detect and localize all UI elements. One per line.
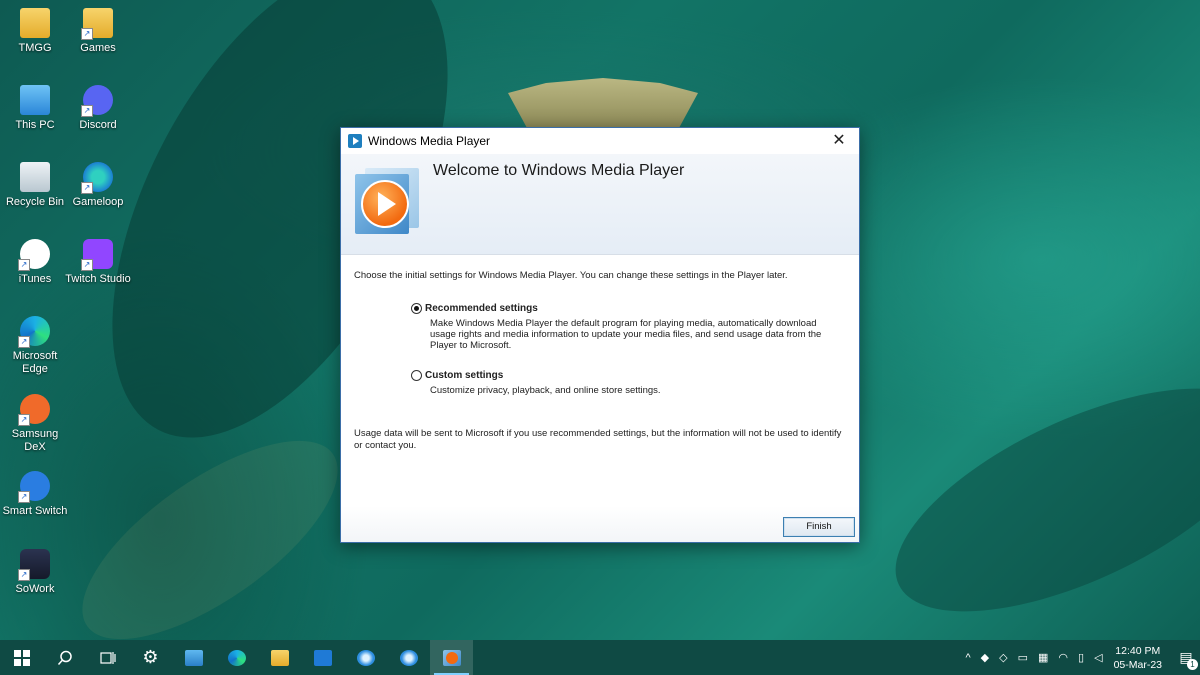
wmp-setup-dialog: Windows Media Player ✕ Welcome to Window… xyxy=(340,127,860,543)
discord-icon: ↗ xyxy=(81,85,113,117)
security-icon[interactable]: ◆ xyxy=(981,651,989,664)
wallpaper-emblem xyxy=(508,78,698,128)
mail-button[interactable] xyxy=(301,640,344,675)
desktop-icon-this-pc[interactable]: This PC xyxy=(0,85,70,132)
desktop-icon-tmgg[interactable]: TMGG xyxy=(0,8,70,55)
control-panel-button[interactable] xyxy=(172,640,215,675)
desktop-icon-label: Smart Switch xyxy=(2,505,68,517)
custom-settings-radio[interactable] xyxy=(411,370,422,381)
desktop-icon-label: Twitch Studio xyxy=(65,273,131,285)
recommended-settings-label[interactable]: Recommended settings xyxy=(425,303,538,314)
desktop-icon-label: Gameloop xyxy=(72,196,124,208)
clock-time: 12:40 PM xyxy=(1115,644,1161,657)
chevron-up-icon[interactable]: ^ xyxy=(966,652,971,664)
desktop-icon-label: Microsoft Edge xyxy=(12,350,58,375)
gameloop-icon: ↗ xyxy=(81,162,113,194)
folder-icon xyxy=(20,8,50,38)
start-icon xyxy=(13,649,30,666)
clock[interactable]: 12:40 PM 05-Mar-23 xyxy=(1114,644,1162,672)
windows-media-player-icon xyxy=(442,649,461,666)
wallpaper-streak xyxy=(864,342,1200,658)
dialog-title: Windows Media Player xyxy=(368,134,491,148)
custom-settings-label[interactable]: Custom settings xyxy=(425,370,503,381)
desktop-icon-games[interactable]: ↗ Games xyxy=(63,8,133,55)
app-blue-icon xyxy=(399,649,418,666)
custom-settings-option: Custom settings Customize privacy, playb… xyxy=(411,370,831,396)
intro-text: Choose the initial settings for Windows … xyxy=(354,270,788,281)
itunes-icon: ↗ xyxy=(18,239,50,271)
notification-badge: 1 xyxy=(1187,659,1198,670)
recommended-settings-option: Recommended settings Make Windows Media … xyxy=(411,303,831,351)
desktop-icon-label: Games xyxy=(80,42,116,54)
desktop-icon-label: This PC xyxy=(15,119,55,131)
volume-icon[interactable]: ◁ xyxy=(1094,651,1102,664)
power-icon[interactable]: ▯ xyxy=(1078,651,1084,664)
app-button-2[interactable] xyxy=(387,640,430,675)
settings-icon: ⚙ xyxy=(142,647,159,667)
dialog-banner: Welcome to Windows Media Player xyxy=(341,154,859,255)
desktop-icon-label: Recycle Bin xyxy=(5,196,65,208)
mail-icon xyxy=(313,649,332,666)
network-icon[interactable]: ◇ xyxy=(999,651,1007,664)
search-icon xyxy=(57,650,72,665)
desktop-icon-label: SoWork xyxy=(15,583,55,595)
usage-data-note: Usage data will be sent to Microsoft if … xyxy=(354,428,842,451)
sowork-icon: ↗ xyxy=(18,549,50,581)
desktop-icon-samsung-dex[interactable]: ↗ Samsung DeX xyxy=(0,394,70,454)
desktop-icon-gameloop[interactable]: ↗ Gameloop xyxy=(63,162,133,209)
app-blue-icon xyxy=(356,649,375,666)
finish-button[interactable]: Finish xyxy=(783,517,855,537)
desktop-icon-label: Discord xyxy=(79,119,117,131)
custom-settings-description: Customize privacy, playback, and online … xyxy=(430,385,661,396)
folder-icon: ↗ xyxy=(81,8,113,40)
desktop-icon-recycle-bin[interactable]: Recycle Bin xyxy=(0,162,70,209)
start-button[interactable] xyxy=(0,640,43,675)
desktop-icon-discord[interactable]: ↗ Discord xyxy=(63,85,133,132)
desktop-icon-smart-switch[interactable]: ↗ Smart Switch xyxy=(0,471,70,518)
recommended-settings-description: Make Windows Media Player the default pr… xyxy=(430,318,822,351)
dialog-footer: Finish xyxy=(341,506,859,542)
edge-icon: ↗ xyxy=(18,316,50,348)
recommended-settings-radio[interactable] xyxy=(411,303,422,314)
taskbar: ⚙ ^ ◆ ◇ ▭ ▦ ◠ ▯ ◁ 12:40 PM 05-Mar-23 ▤ 1 xyxy=(0,640,1200,675)
task-view-button[interactable] xyxy=(86,640,129,675)
wallpaper-streak xyxy=(52,404,368,675)
keyboard-icon[interactable]: ▦ xyxy=(1038,651,1048,664)
recycle-bin-icon xyxy=(20,162,50,192)
app-button-1[interactable] xyxy=(344,640,387,675)
windows-media-player-taskbar-button[interactable] xyxy=(430,640,473,675)
desktop-icon-sowork[interactable]: ↗ SoWork xyxy=(0,549,70,596)
windows-media-player-icon xyxy=(348,134,362,148)
desktop-icon-itunes[interactable]: ↗ iTunes xyxy=(0,239,70,286)
battery-icon[interactable]: ▭ xyxy=(1018,651,1028,664)
smart-switch-icon: ↗ xyxy=(18,471,50,503)
desktop-icon-microsoft-edge[interactable]: ↗ Microsoft Edge xyxy=(0,316,70,376)
file-explorer-button[interactable] xyxy=(258,640,301,675)
notification-button[interactable]: ▤ 1 xyxy=(1172,640,1200,675)
search-button[interactable] xyxy=(43,640,86,675)
desktop-icon-label: TMGG xyxy=(18,42,52,54)
control-panel-icon xyxy=(184,649,203,666)
file-explorer-icon xyxy=(270,649,289,666)
desktop-icon-twitch-studio[interactable]: ↗ Twitch Studio xyxy=(63,239,133,286)
desktop-icon-label: iTunes xyxy=(18,273,52,285)
dialog-heading: Welcome to Windows Media Player xyxy=(433,162,685,179)
dialog-titlebar[interactable]: Windows Media Player ✕ xyxy=(341,128,859,154)
edge-icon xyxy=(227,649,246,666)
samsung-dex-icon: ↗ xyxy=(18,394,50,426)
twitch-icon: ↗ xyxy=(81,239,113,271)
settings-button[interactable]: ⚙ xyxy=(129,640,172,675)
edge-taskbar-button[interactable] xyxy=(215,640,258,675)
windows-media-player-logo-icon xyxy=(355,168,421,238)
task-view-icon xyxy=(99,651,116,664)
system-tray: ^ ◆ ◇ ▭ ▦ ◠ ▯ ◁ 12:40 PM 05-Mar-23 ▤ 1 xyxy=(961,640,1200,675)
close-button[interactable]: ✕ xyxy=(819,128,859,154)
clock-date: 05-Mar-23 xyxy=(1113,658,1162,671)
desktop-icon-label: Samsung DeX xyxy=(11,428,59,453)
wifi-icon[interactable]: ◠ xyxy=(1058,651,1068,664)
computer-icon xyxy=(20,85,50,115)
